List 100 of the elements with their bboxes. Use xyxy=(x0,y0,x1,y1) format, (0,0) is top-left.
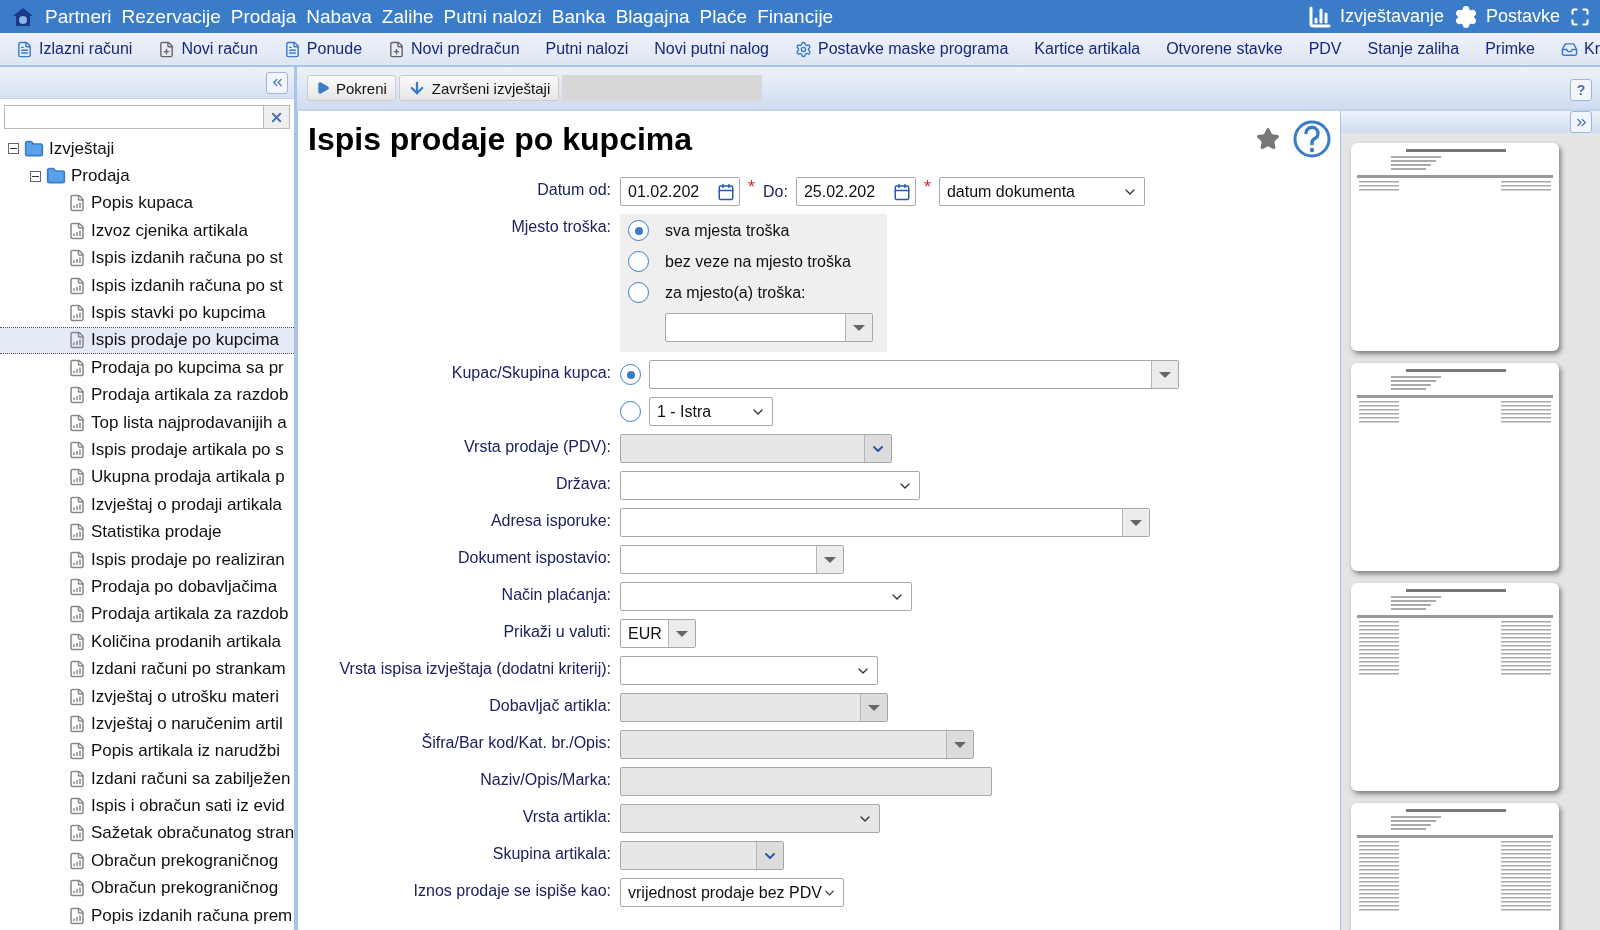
tree-item[interactable]: Količina prodanih artikala xyxy=(0,628,294,656)
tree-item[interactable]: Izvještaji xyxy=(0,135,294,163)
menu-item[interactable]: Prodaja xyxy=(225,5,302,28)
help-button[interactable]: ? xyxy=(1570,79,1592,101)
tree-item[interactable]: Ispis izdanih računa po st xyxy=(0,244,294,272)
radio-button[interactable] xyxy=(620,364,641,385)
tree-item[interactable]: Popis izdanih računa prem xyxy=(0,901,294,930)
tree-item[interactable]: Obračun prekograničnog xyxy=(0,847,294,875)
tree-item[interactable]: Izdani računi po strankam xyxy=(0,655,294,683)
report-icon xyxy=(68,660,86,679)
tree-item[interactable]: Ispis i obračun sati iz evid xyxy=(0,792,294,820)
menu-item[interactable]: Nabava xyxy=(301,5,377,28)
tree-item[interactable]: Ispis izdanih računa po st xyxy=(0,271,294,300)
reports-menu[interactable]: Izvještavanje xyxy=(1307,4,1444,29)
clear-button[interactable] xyxy=(263,106,289,128)
toolbar-link[interactable]: Kartice artikala xyxy=(1034,40,1141,58)
menu-item[interactable]: Banka xyxy=(546,5,611,28)
select-field[interactable] xyxy=(620,582,912,611)
combo-field[interactable] xyxy=(649,360,1179,389)
home-logo-icon[interactable] xyxy=(12,6,34,27)
combo-field[interactable] xyxy=(665,313,873,342)
toolbar-link[interactable]: Primke xyxy=(1485,40,1535,58)
folder-icon xyxy=(46,166,66,187)
finished-reports-button[interactable]: Završeni izvještaji xyxy=(398,75,560,101)
tree-item[interactable]: Izvještaj o naručenim artil xyxy=(0,710,294,738)
tree-item[interactable]: Izvještaj o utrošku materi xyxy=(0,682,294,711)
tree-item[interactable]: Sažetak obračunatog stran xyxy=(0,819,294,848)
radio-button[interactable] xyxy=(620,401,641,422)
radio-button[interactable] xyxy=(628,282,649,303)
tree-item[interactable]: Prodaja artikala za razdob xyxy=(0,381,294,409)
tree-item[interactable]: Izdani računi sa zabilježen xyxy=(0,765,294,793)
tree-item[interactable]: Popis kupaca xyxy=(0,189,294,218)
tree-item[interactable]: Ispis prodaje po realiziran xyxy=(0,545,294,574)
report-page-drawing[interactable] xyxy=(1351,583,1559,791)
field-label: Prikaži u valuti: xyxy=(502,622,612,641)
menu-item[interactable]: Plaće xyxy=(694,5,753,28)
select-field[interactable]: datum dokumenta xyxy=(938,177,1145,206)
tree-item[interactable]: Obračun prekograničnog xyxy=(0,874,294,902)
fullscreen-icon[interactable] xyxy=(1570,6,1590,27)
report-icon xyxy=(68,687,86,706)
toolbar-link[interactable]: Stanje zaliha xyxy=(1367,40,1460,58)
tree-item[interactable]: Prodaja artikala za razdob xyxy=(0,600,294,629)
report-icon xyxy=(68,550,86,569)
toolbar-link[interactable]: Postavke maske programa xyxy=(795,40,1009,58)
help-icon[interactable] xyxy=(1292,119,1332,159)
toolbar-link[interactable]: Novi putni nalog xyxy=(654,40,769,58)
radio-button[interactable] xyxy=(628,220,649,241)
calendar-icon xyxy=(892,182,911,201)
tree-item[interactable]: Izvještaj o prodaji artikala xyxy=(0,491,294,519)
tree-item[interactable]: Prodaja xyxy=(0,162,294,190)
tree-item[interactable]: Prodaja po dobavljačima xyxy=(0,573,294,601)
toolbar-link[interactable]: Putni nalozi xyxy=(545,40,629,58)
report-icon xyxy=(68,386,86,405)
report-page-drawing[interactable] xyxy=(1351,143,1559,351)
collapse-toggle-icon[interactable] xyxy=(30,170,41,182)
collapse-button[interactable] xyxy=(266,71,288,94)
field-label: Naziv/Opis/Marka: xyxy=(479,770,612,789)
settings-icon xyxy=(1453,4,1478,29)
menu-item[interactable]: Putni nalozi xyxy=(438,5,547,28)
toolbar-link[interactable]: Otvorene stavke xyxy=(1166,40,1283,58)
select-field[interactable]: 1 - Istra xyxy=(649,397,773,426)
toolbar-link[interactable]: Novi račun xyxy=(158,40,258,58)
search-field[interactable] xyxy=(4,105,290,129)
tree-item[interactable]: Ispis prodaje po kupcima xyxy=(0,326,294,355)
menu-item[interactable]: Partneri xyxy=(40,5,117,28)
tree-item[interactable]: Ispis stavki po kupcima xyxy=(0,299,294,327)
favorite-star-icon[interactable] xyxy=(1256,127,1280,151)
combo-field[interactable]: EUR xyxy=(620,619,696,648)
settings-menu[interactable]: Postavke xyxy=(1453,4,1560,29)
menu-item[interactable]: Financije xyxy=(752,5,839,28)
report-icon xyxy=(68,276,86,295)
toolbar-link[interactable]: Novi predračun xyxy=(388,40,520,58)
toolbar-link[interactable]: Izlazni računi xyxy=(16,40,133,58)
combo-field[interactable] xyxy=(620,545,844,574)
date-field[interactable]: 01.02.202 xyxy=(620,177,740,206)
combo-field[interactable] xyxy=(620,508,1150,537)
date-field[interactable]: 25.02.202 xyxy=(795,177,916,206)
tree-item[interactable]: Prodaja po kupcima sa pr xyxy=(0,354,294,382)
report-page-drawing[interactable] xyxy=(1351,363,1559,571)
toolbar-link[interactable]: Ponude xyxy=(283,40,363,58)
toolbar-link[interactable]: PDV xyxy=(1308,40,1342,58)
select-field[interactable] xyxy=(620,656,878,685)
tree-item[interactable]: Ispis prodaje artikala po s xyxy=(0,436,294,464)
select-field[interactable] xyxy=(620,471,920,500)
menu-item[interactable]: Zalihe xyxy=(376,5,439,28)
tree-item[interactable]: Top lista najprodavanijih a xyxy=(0,408,294,437)
report-icon xyxy=(68,523,86,542)
run-button[interactable]: Pokreni xyxy=(307,75,396,101)
toolbar-link[interactable]: Kr xyxy=(1560,40,1600,58)
tree-item[interactable]: Ukupna prodaja artikala p xyxy=(0,463,294,492)
tree-item[interactable]: Izvoz cjenika artikala xyxy=(0,217,294,245)
select-field[interactable]: vrijednost prodaje bez PDV xyxy=(620,878,844,907)
menu-item[interactable]: Blagajna xyxy=(610,5,695,28)
radio-button[interactable] xyxy=(628,251,649,272)
tree-item[interactable]: Popis artikala iz narudžbi xyxy=(0,737,294,765)
tree-item[interactable]: Statistika prodaje xyxy=(0,518,294,546)
collapse-toggle-icon[interactable] xyxy=(8,143,19,155)
menu-item[interactable]: Rezervacije xyxy=(116,5,226,28)
field-label: Mjesto troška: xyxy=(510,217,612,236)
expand-button[interactable] xyxy=(1570,111,1592,133)
